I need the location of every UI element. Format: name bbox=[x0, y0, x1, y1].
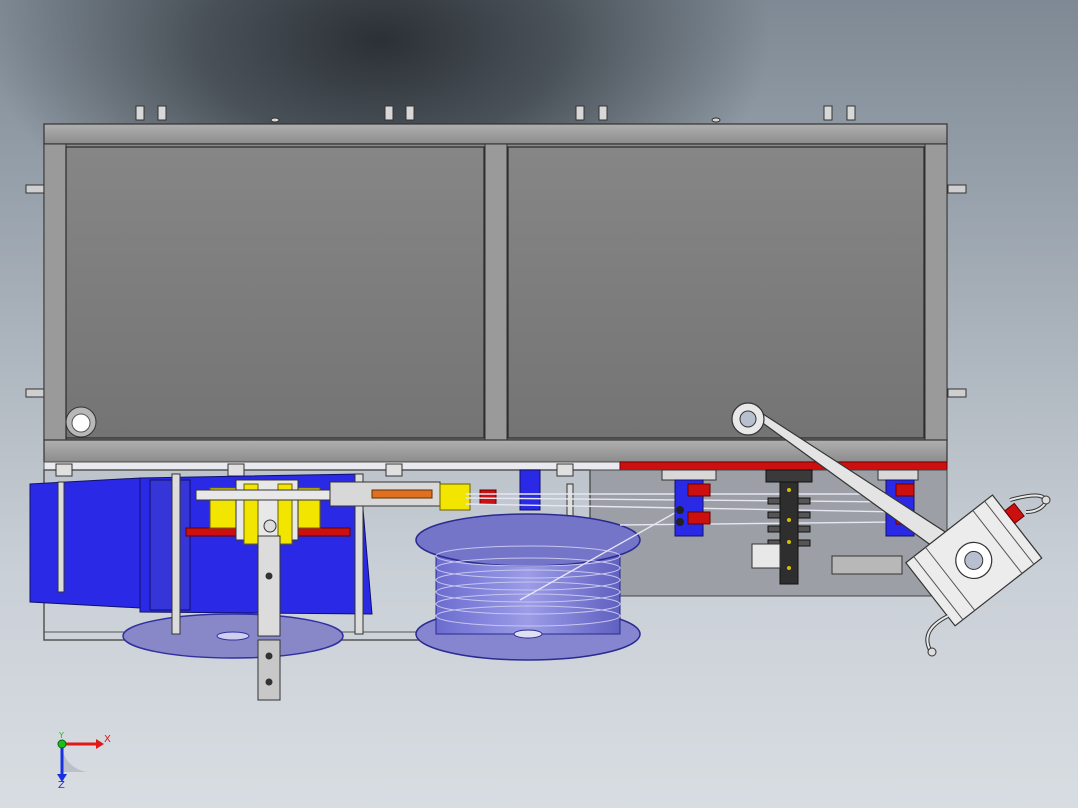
center-frame-post bbox=[484, 143, 508, 441]
right-cable-spool bbox=[415, 513, 641, 661]
right-frame-post bbox=[924, 143, 948, 441]
y-axis-dot bbox=[57, 739, 67, 749]
triad-y-label: Y bbox=[59, 731, 64, 740]
triad-x-label: X bbox=[104, 734, 111, 745]
mounting-studs bbox=[135, 105, 856, 123]
top-frame-bar bbox=[43, 123, 948, 145]
left-frame-post bbox=[43, 143, 67, 441]
right-door-panel[interactable] bbox=[507, 146, 925, 439]
cad-viewport[interactable]: X Y Z bbox=[0, 0, 1078, 808]
coordinate-triad bbox=[57, 739, 104, 782]
triad-z-label: Z bbox=[58, 780, 65, 791]
drain-port bbox=[65, 406, 97, 438]
left-cable-spool bbox=[122, 613, 344, 659]
left-door-panel[interactable] bbox=[65, 146, 485, 439]
assembly-drawing bbox=[25, 105, 1051, 782]
